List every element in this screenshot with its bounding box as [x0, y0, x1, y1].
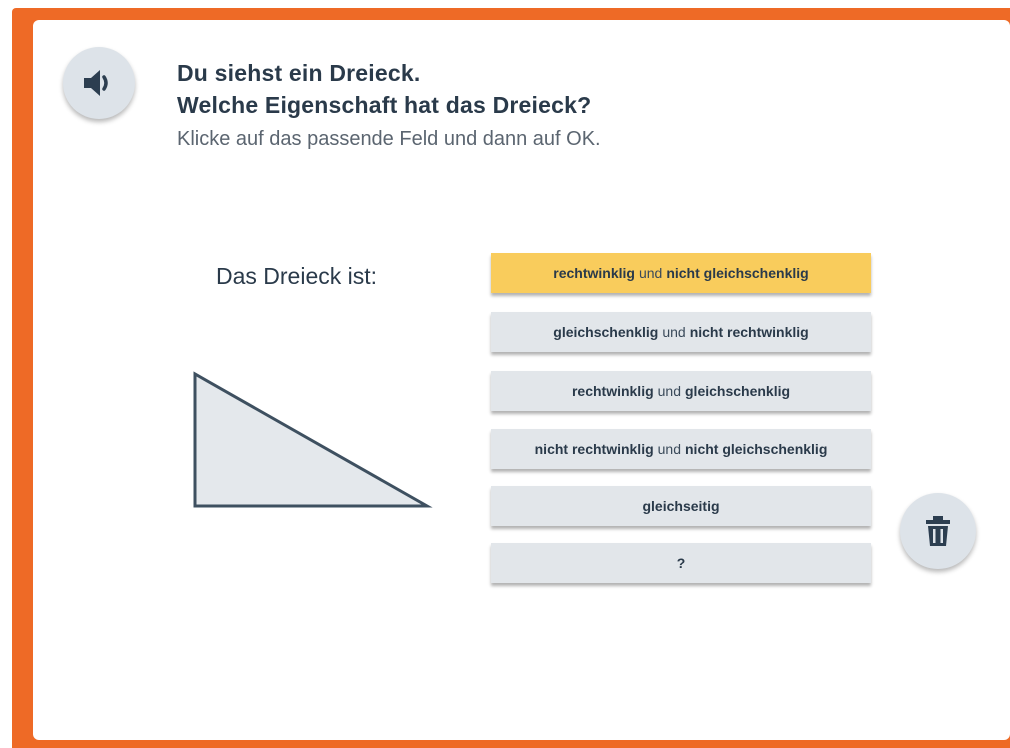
- option-part-2: nicht rechtwinklig: [689, 324, 809, 340]
- option-part-1: gleichseitig: [642, 498, 720, 514]
- answer-option-4[interactable]: nicht rechtwinklig und nicht gleichschenkl…: [491, 429, 871, 469]
- option-part-2: gleichschenklig: [685, 383, 791, 399]
- title-line-1: Du siehst ein Dreieck.: [177, 60, 421, 86]
- audio-button[interactable]: [63, 47, 135, 119]
- option-connector: und: [638, 265, 663, 281]
- option-part-2: nicht gleichschenklig: [685, 441, 828, 457]
- option-connector: und: [657, 383, 681, 399]
- option-part-1: nicht rechtwinklig: [534, 441, 654, 457]
- option-connector: und: [657, 441, 681, 457]
- answer-option-5[interactable]: gleichseitig: [491, 486, 871, 526]
- triangle-figure: [193, 371, 433, 508]
- option-part-1: rechtwinklig: [571, 383, 654, 399]
- option-connector: und: [662, 324, 686, 340]
- option-part-1: gleichschenklig: [553, 324, 659, 340]
- answer-option-6[interactable]: ?: [491, 543, 871, 583]
- trash-icon: [926, 516, 950, 546]
- title-line-2: Welche Eigenschaft hat das Dreieck?: [177, 92, 592, 118]
- answer-option-1[interactable]: rechtwinklig und nicht gleichschenklig: [491, 253, 871, 293]
- prompt-label: Das Dreieck ist:: [216, 263, 378, 289]
- answer-option-2[interactable]: gleichschenklig und nicht rechtwinklig: [491, 312, 871, 352]
- speaker-icon: [84, 70, 108, 96]
- page: Du siehst ein Dreieck. Welche Eigenschaf…: [0, 0, 1010, 748]
- answer-option-3[interactable]: rechtwinklig und gleichschenklig: [491, 371, 871, 411]
- option-part-1: ?: [676, 555, 686, 571]
- option-part-2: nicht gleichschenklig: [666, 265, 809, 281]
- option-part-1: rechtwinklig: [553, 265, 635, 281]
- instruction-text: Klicke auf das passende Feld und dann au…: [177, 128, 601, 150]
- delete-button[interactable]: [900, 493, 976, 569]
